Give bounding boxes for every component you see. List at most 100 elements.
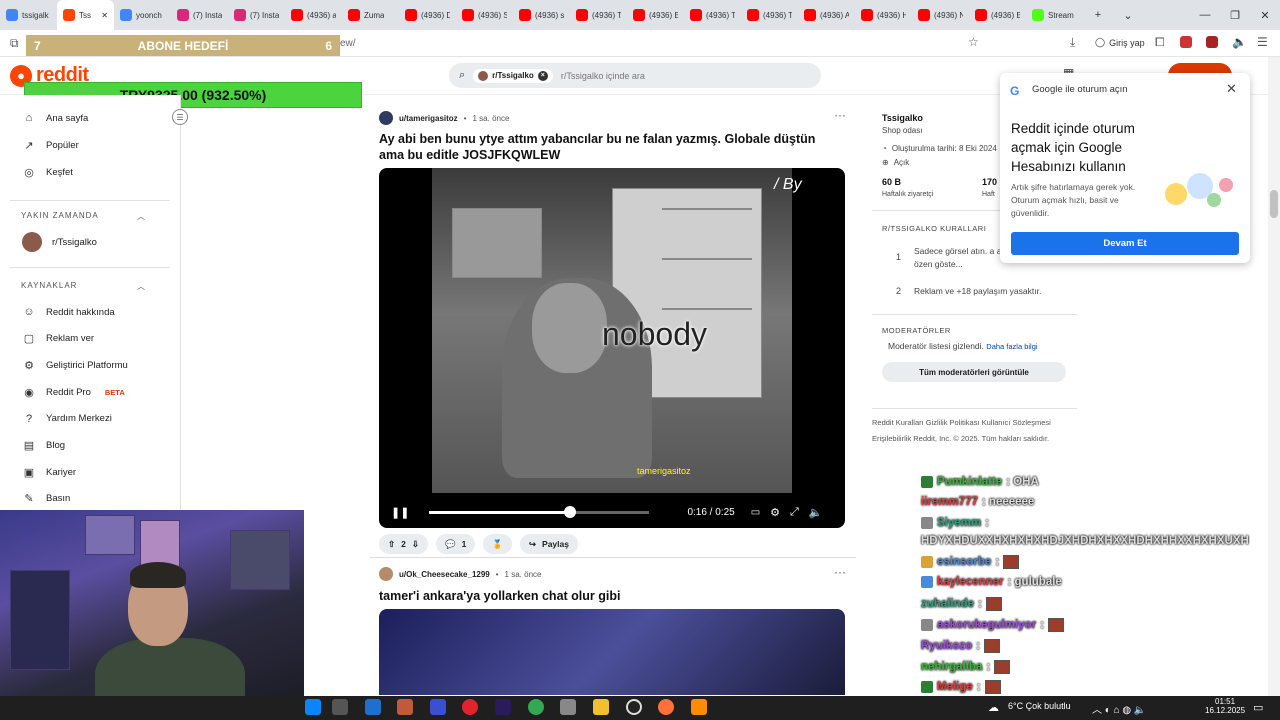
sidebar-item[interactable]: ⚙ Geliştirici Platformu [22,358,128,372]
comments-button[interactable]: 💬 1 [435,534,476,554]
new-tab-icon[interactable]: + [1083,9,1113,21]
taskbar-app-icon[interactable] [397,699,413,715]
browser-tab[interactable]: Stream [1026,0,1083,30]
bookmark-star-icon[interactable]: ☆ [968,35,979,49]
vlc-icon[interactable] [691,699,707,715]
browser-tab[interactable]: Tss ✕ [57,0,114,30]
post-author[interactable]: u/Ok_Cheesecake_1299 [399,570,490,579]
learn-more-link[interactable]: Daha fazla bilgi [986,342,1037,351]
sidebar-item[interactable]: ◎ Keşfet [22,165,73,179]
sidebar-item[interactable]: ✎ Basın [22,492,70,506]
browser-tab[interactable]: (4936) a [285,0,342,30]
more-options-icon[interactable]: ··· [834,565,846,579]
video-progress-bar[interactable] [429,505,650,518]
minimize-icon[interactable]: — [1190,9,1220,21]
browser-tab[interactable]: (4936) E [627,0,684,30]
browser-tab[interactable]: (4936) T [741,0,798,30]
browser-tab[interactable]: (4936) E [969,0,1026,30]
post-title[interactable]: tamer'i ankara'ya yollarken chat olur gi… [379,588,829,604]
search-placeholder[interactable]: r/Tssigalko içinde ara [561,71,645,81]
sidebar-item[interactable]: ▣ Kariyer [22,465,76,479]
sidebar-item[interactable]: ◉ Reddit Pro BETA [22,385,125,399]
premiere-icon[interactable] [495,699,511,715]
browser-tab[interactable]: (7) Insta [228,0,285,30]
page-scrollbar[interactable] [1268,57,1280,696]
menu-icon[interactable]: ☰ [1257,35,1268,49]
clock[interactable]: 01:51 16.12.2025 [1205,697,1245,715]
weather-text[interactable]: 6°C Çok bulutlu [1008,701,1071,711]
shield-extension-icon[interactable] [1206,36,1218,48]
taskbar-app-icon[interactable] [430,699,446,715]
progress-knob[interactable] [564,505,577,518]
tab-list-icon[interactable]: ⌄ [1113,9,1143,22]
explorer-icon[interactable] [593,699,609,715]
video-player[interactable] [379,609,845,695]
search-bar[interactable]: ⌕ r/Tssigalko × r/Tssigalko içinde ara [449,63,821,88]
opera-icon[interactable] [462,699,478,715]
remove-chip-icon[interactable]: × [537,70,548,81]
browser-tab[interactable]: (7) Insta [171,0,228,30]
taskbar-app-icon[interactable] [305,699,321,715]
view-mods-button[interactable]: Tüm moderatörleri görüntüle [882,362,1066,382]
taskbar-app-icon[interactable] [560,699,576,715]
restore-icon[interactable]: ❐ [1220,9,1250,22]
sidebar-item[interactable]: ? Yardım Merkezi [22,412,112,426]
continue-button[interactable]: Devam Et [1011,232,1239,255]
recent-header[interactable]: YAKIN ZAMANDA ︿ [21,211,146,222]
post-author[interactable]: u/tamerigasitoz [399,114,458,123]
browser-tab[interactable]: (4936) T [570,0,627,30]
upvote-icon[interactable]: ⇧ [388,539,395,550]
award-button[interactable]: 🏅 [483,534,512,554]
rule-text[interactable]: Reklam ve +18 paylaşım yasaktır. [914,286,1041,296]
downvote-icon[interactable]: ⇩ [412,539,419,550]
footer-links[interactable]: Reddit Kuralları Gizlilik Politikası Kul… [872,418,1051,427]
download-icon[interactable]: ⤓ [1070,35,1075,50]
taskbar-app-icon[interactable] [332,699,348,715]
video-player[interactable]: nobody tamerigasitoz / By ❚❚ 0:16 / 0:25… [379,168,845,528]
sidebar-item-recent[interactable]: r/Tssigalko [22,232,97,252]
browser-tab[interactable]: (4936) D [399,0,456,30]
login-button[interactable]: ◯ Giriş yap [1095,37,1145,48]
tray-icons[interactable]: ︿ ◐ ⌂ ◍ 🔈 [1092,701,1146,716]
sidebar-item[interactable]: ▢ Reklam ver [22,332,94,346]
pause-icon[interactable]: ❚❚ [391,506,409,519]
tab-overview-icon[interactable]: ⧉ [10,36,19,51]
close-tab-icon[interactable]: ✕ [101,11,108,20]
url-text[interactable]: ew/ [340,38,356,49]
browser-tab[interactable]: (4936) S [456,0,513,30]
browser-tab[interactable]: (4936) N [912,0,969,30]
share-button[interactable]: ↪ Paylaş [519,534,578,554]
browser-tab[interactable]: (4936) H [855,0,912,30]
volume-icon[interactable]: 🔈 [809,506,823,519]
collapse-sidebar-icon[interactable]: ☰ [172,109,188,125]
sidebar-item[interactable]: ▤ Blog [22,439,65,453]
chrome-icon[interactable] [528,699,544,715]
browser-tab[interactable]: tssigalk [0,0,57,30]
resources-header[interactable]: KAYNAKLAR ︿ [21,281,146,292]
user-avatar[interactable] [379,567,393,581]
scrollbar-thumb[interactable] [1270,190,1278,218]
firefox-icon[interactable] [658,699,674,715]
taskbar-app-icon[interactable] [365,699,381,715]
close-icon[interactable]: ✕ [1226,81,1237,97]
close-window-icon[interactable]: ✕ [1250,9,1280,22]
browser-tab[interactable]: yoonch [114,0,171,30]
captions-icon[interactable]: ▭ [751,507,760,518]
settings-gear-icon[interactable]: ⚙ [770,506,780,519]
sidebar-item[interactable]: ☺ Reddit hakkında [22,305,114,319]
browser-tab[interactable]: (4936) s [513,0,570,30]
extension-badge-icon[interactable] [1180,36,1192,48]
browser-tab[interactable]: Zuma [342,0,399,30]
sidebar-item[interactable]: ↗ Popüler [22,138,78,152]
browser-tab[interactable]: (4936) A [798,0,855,30]
obs-icon[interactable] [626,699,642,715]
browser-tab[interactable]: (4936) T [684,0,741,30]
post-title[interactable]: Ay abi ben bunu ytye attım yabancılar bu… [379,131,829,163]
more-options-icon[interactable]: ··· [834,108,846,122]
user-avatar[interactable] [379,111,393,125]
subreddit-chip[interactable]: r/Tssigalko × [473,68,553,83]
fullscreen-icon[interactable]: ⤢ [790,506,799,519]
extensions-icon[interactable]: ⧠ [1155,35,1165,50]
volume-icon[interactable]: 🔈 [1232,35,1247,49]
sidebar-item[interactable]: ⌂ Ana sayfa [22,111,89,125]
